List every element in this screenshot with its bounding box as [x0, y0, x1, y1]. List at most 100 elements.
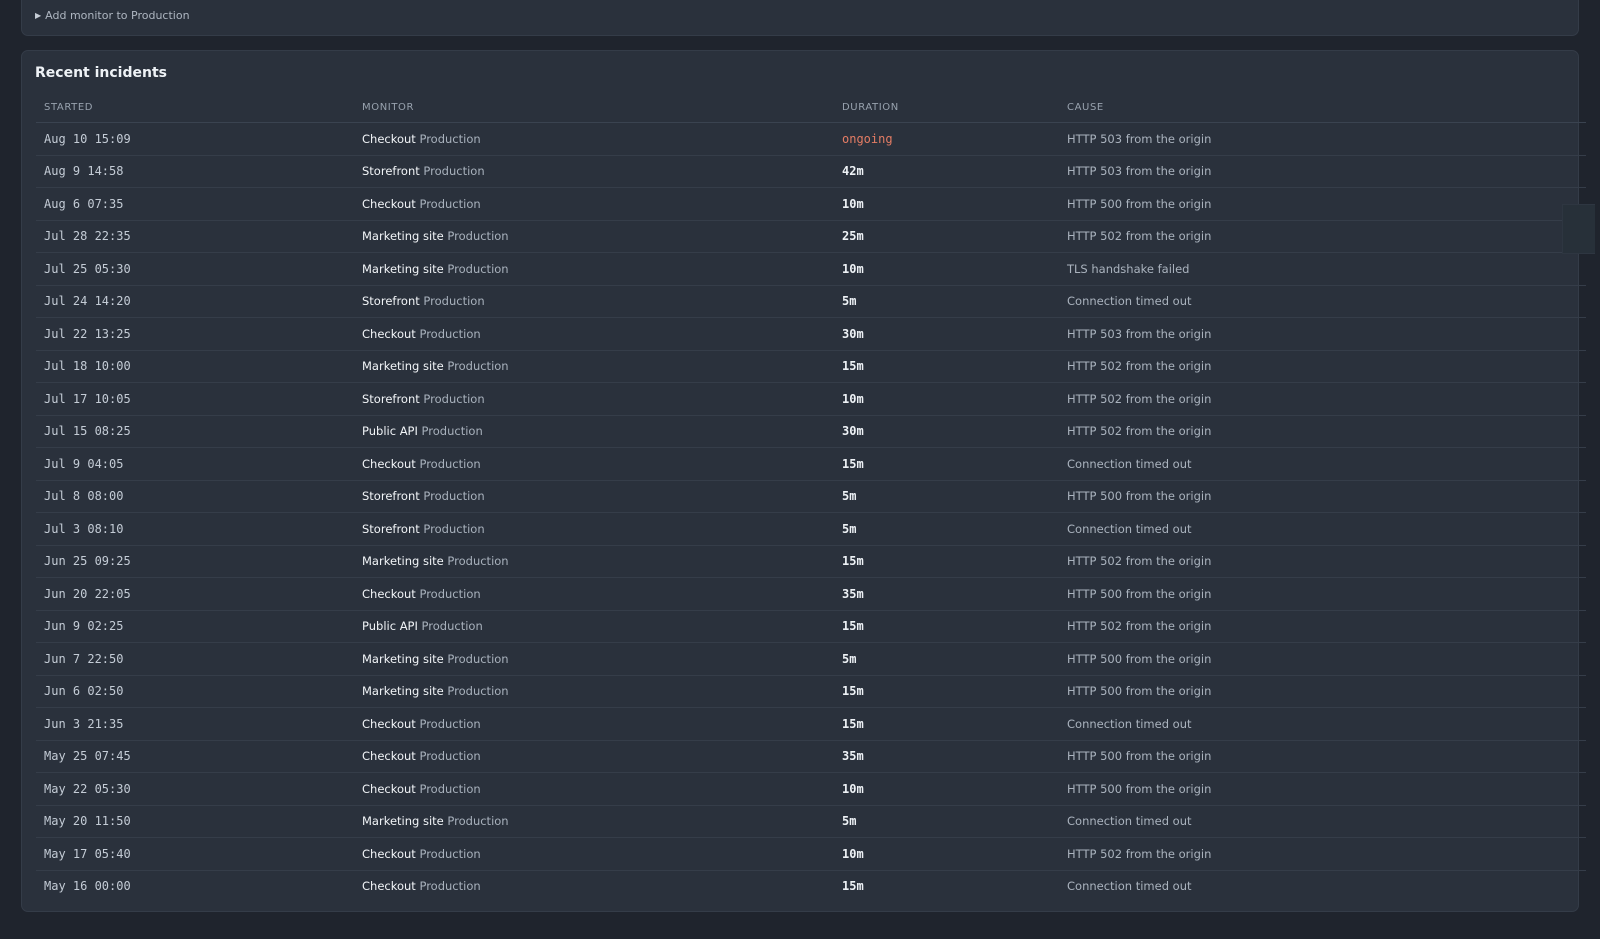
monitor-name: Checkout	[362, 456, 416, 471]
incident-duration: 5m	[834, 805, 1059, 838]
monitor-name: Checkout	[362, 586, 416, 601]
incident-duration: 10m	[834, 772, 1059, 806]
incident-started: May 22 05:30	[36, 772, 354, 806]
monitor-environment: Production	[419, 131, 481, 146]
incident-duration: 5m	[834, 512, 1059, 546]
monitor-name: Storefront	[362, 521, 420, 536]
incident-monitor: Checkout Production	[354, 772, 834, 806]
incident-cause: TLS handshake failed	[1059, 252, 1586, 286]
table-row[interactable]: Aug 9 14:58 Storefront Production 42m HTTP …	[36, 155, 1586, 188]
incident-cause: HTTP 500 from the origin	[1059, 187, 1586, 221]
incident-monitor: Storefront Production	[354, 512, 834, 546]
table-row[interactable]: Jul 17 10:05 Storefront Production 10m HTTP…	[36, 382, 1586, 416]
incident-cause: HTTP 503 from the origin	[1059, 122, 1586, 156]
table-row[interactable]: Jul 8 08:00 Storefront Production 5m HTTP 5…	[36, 480, 1586, 513]
monitor-environment: Production	[447, 554, 509, 569]
add-monitor-card: ▶ Add monitor to Production	[21, 0, 1579, 36]
incident-monitor: Checkout Production	[354, 447, 834, 481]
incident-started: Jul 22 13:25	[36, 317, 354, 351]
monitor-environment: Production	[447, 684, 509, 699]
monitor-environment: Production	[421, 619, 483, 634]
incident-started: Aug 10 15:09	[36, 122, 354, 156]
table-row[interactable]: Jul 24 14:20 Storefront Production 5m Conne…	[36, 285, 1586, 318]
table-row[interactable]: Jun 3 21:35 Checkout Production 15m Connect…	[36, 707, 1586, 741]
table-row[interactable]: Jul 25 05:30 Marketing site Production 10m…	[36, 252, 1586, 286]
table-row[interactable]: Jun 20 22:05 Checkout Production 35m HTTP 5…	[36, 577, 1586, 611]
incident-started: Jul 28 22:35	[36, 220, 354, 253]
monitor-name: Marketing site	[362, 359, 444, 374]
monitor-name: Marketing site	[362, 814, 444, 829]
table-row[interactable]: Jul 9 04:05 Checkout Production 15m Connect…	[36, 447, 1586, 481]
column-header-monitor: MONITOR	[354, 92, 834, 123]
incident-monitor: Checkout Production	[354, 317, 834, 351]
monitor-name: Checkout	[362, 846, 416, 861]
incident-monitor: Checkout Production	[354, 187, 834, 221]
monitor-name: Storefront	[362, 489, 420, 504]
incident-started: Jun 9 02:25	[36, 610, 354, 643]
monitor-name: Marketing site	[362, 229, 444, 244]
monitor-environment: Production	[423, 164, 485, 179]
monitor-environment: Production	[419, 846, 481, 861]
incident-duration: 15m	[834, 707, 1059, 741]
monitor-environment: Production	[423, 521, 485, 536]
incident-monitor: Marketing site Production	[354, 642, 834, 676]
incident-cause: HTTP 500 from the origin	[1059, 577, 1586, 611]
monitor-environment: Production	[423, 391, 485, 406]
incident-cause: Connection timed out	[1059, 707, 1586, 741]
table-header-row: STARTED MONITOR DURATION CAUSE	[36, 92, 1586, 123]
incident-monitor: Storefront Production	[354, 382, 834, 416]
incident-started: Jul 9 04:05	[36, 447, 354, 481]
incident-duration: 25m	[834, 220, 1059, 253]
incident-duration: 15m	[842, 879, 864, 894]
table-row[interactable]: Jul 3 08:10 Storefront Production 5m Connec…	[36, 512, 1586, 546]
incident-started: Aug 9 14:58	[36, 155, 354, 188]
table-row[interactable]: Jul 22 13:25 Checkout Production 30m HTTP 5…	[36, 317, 1586, 351]
table-row[interactable]: Jun 25 09:25 Marketing site Production 15m…	[36, 545, 1586, 578]
incident-monitor: Marketing site Production	[354, 545, 834, 578]
incident-cause: HTTP 502 from the origin	[1059, 415, 1586, 448]
incident-monitor: Storefront Production	[354, 155, 834, 188]
incident-monitor: Checkout Production	[354, 740, 834, 773]
incident-monitor: Marketing site Production	[354, 252, 834, 286]
table-row[interactable]: Jul 28 22:35 Marketing site Production 25m…	[36, 220, 1586, 253]
side-panel-tab[interactable]	[1562, 204, 1595, 254]
add-monitor-toggle[interactable]: ▶ Add monitor to Production	[35, 9, 190, 22]
monitor-name: Checkout	[362, 749, 416, 764]
monitor-name: Public API	[362, 619, 418, 634]
incident-cause: HTTP 502 from the origin	[1059, 220, 1586, 253]
incident-started: Aug 6 07:35	[36, 187, 354, 221]
monitor-environment: Production	[419, 326, 481, 341]
table-row[interactable]: May 16 00:00 Checkout Production 15m Connec…	[36, 870, 1586, 902]
monitor-environment: Production	[419, 456, 481, 471]
incident-duration: 15m	[834, 675, 1059, 708]
column-header-cause: CAUSE	[1059, 92, 1586, 123]
table-row[interactable]: Aug 6 07:35 Checkout Production 10m HTTP 50…	[36, 187, 1586, 221]
incident-duration: 5m	[834, 480, 1059, 513]
monitor-name: Marketing site	[362, 684, 444, 699]
incident-cause: Connection timed out	[1059, 285, 1586, 318]
table-row[interactable]: May 22 05:30 Checkout Production 10m HTTP 5…	[36, 772, 1586, 806]
table-row[interactable]: Jun 9 02:25 Public API Production 15m HTTP …	[36, 610, 1586, 643]
table-row[interactable]: May 20 11:50 Marketing site Production 5m C…	[36, 805, 1586, 838]
incident-duration: 30m	[834, 317, 1059, 351]
incident-cause: Connection timed out	[1059, 805, 1586, 838]
table-row[interactable]: Jun 7 22:50 Marketing site Production 5m HT…	[36, 642, 1586, 676]
incident-started: Jul 15 08:25	[36, 415, 354, 448]
table-row[interactable]: May 25 07:45 Checkout Production 35m HTTP 5…	[36, 740, 1586, 773]
incident-started: Jul 17 10:05	[36, 382, 354, 416]
incident-monitor: Marketing site Production	[354, 805, 834, 838]
table-row[interactable]: May 17 05:40 Checkout Production 10m HTTP 5…	[36, 837, 1586, 871]
monitor-name: Checkout	[362, 879, 416, 894]
incident-started: May 20 11:50	[36, 805, 354, 838]
incident-started: Jul 24 14:20	[36, 285, 354, 318]
incident-cause: HTTP 500 from the origin	[1059, 480, 1586, 513]
table-row[interactable]: Jul 15 08:25 Public API Production 30m HTTP…	[36, 415, 1586, 448]
monitor-environment: Production	[447, 814, 509, 829]
section-title: Recent incidents	[35, 65, 167, 81]
incident-cause: HTTP 502 from the origin	[1059, 837, 1586, 871]
table-row[interactable]: Jul 18 10:00 Marketing site Production 15m…	[36, 350, 1586, 383]
monitor-name: Checkout	[362, 326, 416, 341]
incident-duration: 15m	[834, 610, 1059, 643]
table-row[interactable]: Aug 10 15:09 Checkout Production ongoing HT…	[36, 122, 1586, 156]
table-row[interactable]: Jun 6 02:50 Marketing site Production 15m H…	[36, 675, 1586, 708]
